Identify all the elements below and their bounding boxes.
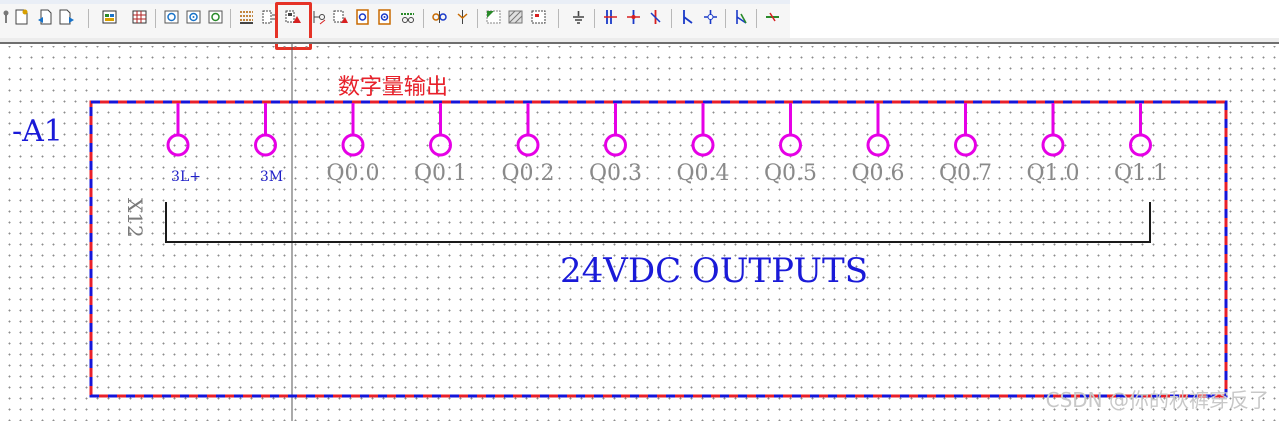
pin-connection-point[interactable]: [1041, 133, 1065, 157]
pin-label: Q0.5: [764, 161, 817, 186]
pin-q0-6[interactable]: Q0.6: [851, 103, 905, 186]
pin-q0-0[interactable]: Q0.0: [326, 103, 380, 186]
pin-connection-point[interactable]: [604, 133, 627, 157]
pin-label: Q0.2: [501, 161, 554, 186]
connector-tag: X12: [123, 198, 147, 238]
pin-label: Q1.0: [1026, 161, 1079, 186]
pin-connection-point[interactable]: [516, 133, 540, 157]
pin-label: 3M: [260, 169, 283, 185]
pin-label: 3L+: [171, 169, 201, 185]
pin-label: Q0.0: [326, 161, 379, 186]
title-annotation: 数字量输出: [338, 75, 448, 100]
pin-connection-point[interactable]: [254, 133, 277, 157]
pin-q1-1[interactable]: Q1.1: [1114, 103, 1167, 186]
pin-label: Q1.1: [1114, 161, 1167, 186]
pin-connection-point[interactable]: [341, 133, 365, 157]
group-label: 24VDC OUTPUTS: [560, 251, 868, 291]
pin-connection-point[interactable]: [779, 133, 802, 157]
pin-connection-point[interactable]: [429, 133, 452, 157]
pin-q1-0[interactable]: Q1.0: [1026, 103, 1080, 186]
pin-group-bracket: [165, 202, 1151, 243]
watermark: CSDN @你的秋裤穿反了: [1045, 388, 1269, 412]
pin-label: Q0.3: [589, 161, 642, 186]
pin-q0-2[interactable]: Q0.2: [501, 103, 555, 186]
pin-q0-3[interactable]: Q0.3: [589, 103, 642, 186]
pin-q0-5[interactable]: Q0.5: [764, 103, 817, 186]
pin-connection-point[interactable]: [954, 133, 977, 157]
schematic-drawing: 数字量输出 -A1 X12 24VDC OUTPUTS 3L+ 3M Q0.0 Q0.…: [12, 44, 1228, 421]
pin-connection-point[interactable]: [866, 133, 890, 157]
pin-label: Q0.1: [414, 161, 467, 186]
pin-connection-point[interactable]: [1129, 133, 1152, 157]
pin-group: 3L+ 3M Q0.0 Q0.1 Q0.2 Q0.3 Q0.4 Q0.5 Q0.6 Q0.7 Q1.…: [166, 103, 1167, 186]
plc-box[interactable]: [89, 100, 1228, 398]
device-tag: -A1: [12, 114, 63, 149]
pin-q0-1[interactable]: Q0.1: [414, 103, 467, 186]
pin-3l-[interactable]: 3L+: [166, 103, 201, 185]
pin-label: Q0.7: [939, 161, 992, 186]
pin-connection-point[interactable]: [691, 133, 715, 157]
pin-label: Q0.6: [851, 161, 904, 186]
pin-q0-4[interactable]: Q0.4: [676, 103, 730, 186]
pin-connection-point[interactable]: [166, 133, 190, 157]
pin-q0-7[interactable]: Q0.7: [939, 103, 992, 186]
pin-3m[interactable]: 3M: [254, 103, 284, 185]
pin-label: Q0.4: [676, 161, 729, 186]
